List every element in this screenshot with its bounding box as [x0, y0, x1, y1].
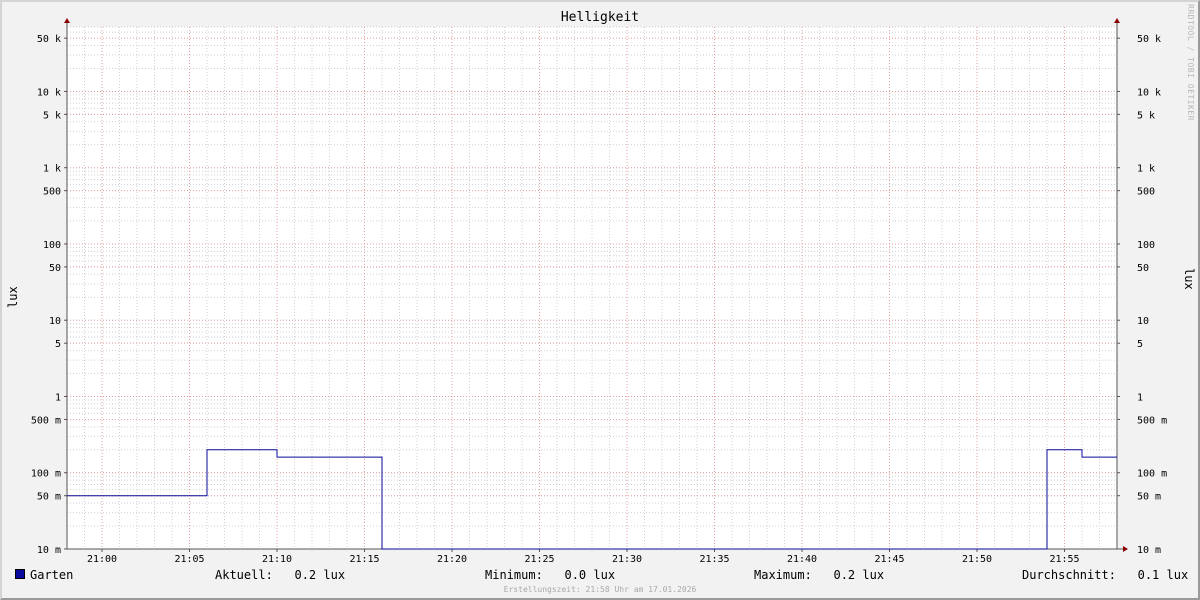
y-tick-label-right: 100 m [1137, 469, 1167, 480]
chart-plot: 10 m 10 m 50 m 50 m 100 m 100 m 500 m 500 m 1 1 5 5… [31, 18, 1167, 565]
x-tick-label: 21:10 [262, 554, 292, 565]
legend-swatch-garten [15, 569, 25, 579]
rrdtool-watermark: RRDTOOL / TOBI OETIKER [1186, 4, 1195, 121]
stat-maximum: Maximum: 0.2 lux [754, 568, 884, 582]
y-tick-label-right: 10 k [1137, 87, 1161, 98]
y-tick-label-left: 1 k [43, 164, 61, 175]
stat-maximum-value: 0.2 lux [833, 568, 885, 582]
y-tick-label-right: 1 [1137, 392, 1143, 403]
stat-current-label: Aktuell: [215, 568, 273, 582]
stat-average-label: Durchschnitt: [1022, 568, 1116, 582]
y-tick-label-left: 10 k [37, 87, 61, 98]
x-tick-label: 21:40 [787, 554, 817, 565]
y-tick-label-right: 10 m [1137, 545, 1161, 556]
stat-minimum: Minimum: 0.0 lux [485, 568, 615, 582]
y-tick-label-right: 50 [1137, 263, 1149, 274]
x-tick-label: 21:35 [699, 554, 729, 565]
stat-average-value: 0.1 lux [1137, 568, 1189, 582]
y-tick-label-right: 50 m [1137, 492, 1161, 503]
x-tick-label: 21:25 [524, 554, 554, 565]
y-tick-label-right: 5 [1137, 339, 1143, 350]
y-tick-label-right: 500 [1137, 187, 1155, 198]
stat-minimum-value: 0.0 lux [564, 568, 616, 582]
y-tick-label-left: 1 [55, 392, 61, 403]
y-tick-label-right: 5 k [1137, 110, 1155, 121]
stat-current-value: 0.2 lux [294, 568, 346, 582]
stat-maximum-label: Maximum: [754, 568, 812, 582]
x-tick-label: 21:20 [437, 554, 467, 565]
x-tick-label: 21:50 [962, 554, 992, 565]
y-tick-label-left: 50 k [37, 34, 61, 45]
x-tick-label: 21:05 [174, 554, 204, 565]
y-tick-label-left: 50 m [37, 492, 61, 503]
y-tick-label-left: 500 [43, 187, 61, 198]
x-axis-arrow [1123, 546, 1128, 552]
y-tick-label-right: 10 [1137, 316, 1149, 327]
x-tick-label: 21:00 [87, 554, 117, 565]
legend: Garten Aktuell: 0.2 lux Minimum: 0.0 lux… [0, 568, 1200, 584]
chart-title: Helligkeit [560, 10, 640, 25]
y-tick-label-right: 100 [1137, 240, 1155, 251]
y-tick-label-left: 100 [43, 240, 61, 251]
y-tick-label-left: 500 m [31, 415, 61, 426]
y-tick-label-left: 5 [55, 339, 61, 350]
x-tick-label: 21:45 [874, 554, 904, 565]
x-tick-label: 21:30 [612, 554, 642, 565]
stat-minimum-label: Minimum: [485, 568, 543, 582]
creation-time-footer: Erstellungszeit: 21:58 Uhr am 17.01.2026 [503, 585, 697, 594]
y-tick-label-left: 10 [49, 316, 61, 327]
y-tick-label-left: 10 m [37, 545, 61, 556]
y-tick-label-right: 500 m [1137, 415, 1167, 426]
y-tick-label-left: 50 [49, 263, 61, 274]
x-tick-label: 21:15 [349, 554, 379, 565]
stat-current: Aktuell: 0.2 lux [215, 568, 345, 582]
x-tick-label: 21:55 [1049, 554, 1079, 565]
y-tick-label-left: 100 m [31, 469, 61, 480]
legend-series-name: Garten [30, 568, 74, 582]
stat-average: Durchschnitt: 0.1 lux [1022, 568, 1188, 582]
y-axis-label-right: lux [1182, 268, 1196, 290]
y-tick-label-right: 50 k [1137, 34, 1161, 45]
y-axis-label-left: lux [6, 286, 20, 308]
y-tick-label-left: 5 k [43, 110, 61, 121]
y-tick-label-right: 1 k [1137, 164, 1155, 175]
